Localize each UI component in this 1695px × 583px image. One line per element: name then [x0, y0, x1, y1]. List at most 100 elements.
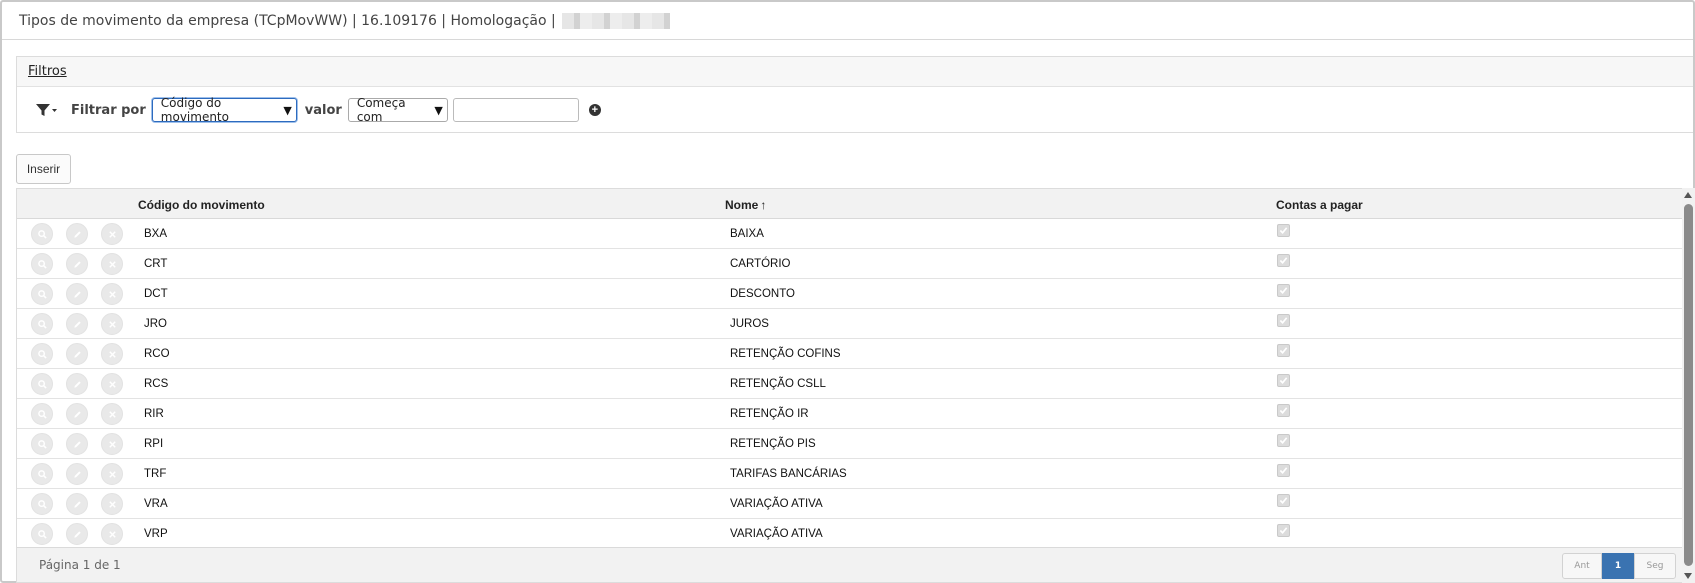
- table-row[interactable]: BXA BAIXA: [17, 219, 1684, 249]
- edit-icon[interactable]: [66, 223, 88, 245]
- filter-by-label: Filtrar por: [71, 102, 146, 118]
- filters-toggle-link[interactable]: Filtros: [28, 64, 67, 79]
- column-header-name-label: Nome: [725, 198, 759, 212]
- filter-operator-select-value: Começa com: [356, 96, 406, 124]
- movement-types-grid: Código do movimento Nome ↑ Contas a pagar…: [16, 188, 1684, 583]
- window-title: Tipos de movimento da empresa (TCpMovWW)…: [19, 12, 556, 29]
- search-icon[interactable]: [31, 253, 53, 275]
- accounts-payable-checkbox: [1277, 404, 1290, 417]
- filter-operator-select[interactable]: Começa com ▼: [347, 96, 448, 124]
- delete-icon[interactable]: [101, 373, 123, 395]
- search-icon[interactable]: [31, 283, 53, 305]
- delete-icon[interactable]: [101, 463, 123, 485]
- table-row[interactable]: DCT DESCONTO: [17, 279, 1684, 309]
- chevron-down-icon: ▼: [434, 103, 443, 117]
- table-row[interactable]: CRT CARTÓRIO: [17, 249, 1684, 279]
- search-icon[interactable]: [31, 313, 53, 335]
- cell-code: BXA: [144, 228, 168, 240]
- scroll-down-arrow-icon[interactable]: [1684, 573, 1692, 579]
- delete-icon[interactable]: [101, 283, 123, 305]
- edit-icon[interactable]: [66, 313, 88, 335]
- plus-circle-icon[interactable]: +: [588, 104, 601, 116]
- table-row[interactable]: TRF TARIFAS BANCÁRIAS: [17, 459, 1684, 489]
- search-icon[interactable]: [31, 523, 53, 545]
- table-row[interactable]: RPI RETENÇÃO PIS: [17, 429, 1684, 459]
- delete-icon[interactable]: [101, 313, 123, 335]
- column-header-code[interactable]: Código do movimento: [138, 198, 265, 212]
- accounts-payable-checkbox: [1277, 524, 1290, 537]
- grid-header: Código do movimento Nome ↑ Contas a pagar: [17, 189, 1684, 219]
- grid-footer: Página 1 de 1 Ant 1 Seg: [17, 547, 1684, 582]
- scroll-up-arrow-icon[interactable]: [1684, 192, 1692, 198]
- accounts-payable-checkbox: [1277, 434, 1290, 447]
- delete-icon[interactable]: [101, 403, 123, 425]
- cell-code: VRA: [144, 498, 168, 510]
- cell-code: RIR: [144, 408, 164, 420]
- cell-code: RCS: [144, 378, 169, 390]
- cell-name: RETENÇÃO CSLL: [730, 378, 826, 390]
- filters-panel: Filtros Filtrar por Código do movimento …: [16, 56, 1693, 133]
- edit-icon[interactable]: [66, 283, 88, 305]
- edit-icon[interactable]: [66, 343, 88, 365]
- scrollbar-thumb[interactable]: [1684, 204, 1693, 566]
- edit-icon[interactable]: [66, 403, 88, 425]
- delete-icon[interactable]: [101, 433, 123, 455]
- table-row[interactable]: VRA VARIAÇÃO ATIVA: [17, 489, 1684, 519]
- column-header-name[interactable]: Nome ↑: [725, 198, 766, 212]
- current-page-button[interactable]: 1: [1602, 553, 1634, 579]
- edit-icon[interactable]: [66, 523, 88, 545]
- accounts-payable-checkbox: [1277, 464, 1290, 477]
- cell-name: VARIAÇÃO ATIVA: [730, 528, 823, 540]
- delete-icon[interactable]: [101, 343, 123, 365]
- insert-button[interactable]: Inserir: [16, 154, 71, 184]
- delete-icon[interactable]: [101, 253, 123, 275]
- delete-icon[interactable]: [101, 493, 123, 515]
- cell-code: RPI: [144, 438, 164, 450]
- accounts-payable-checkbox: [1277, 224, 1290, 237]
- prev-page-button[interactable]: Ant: [1562, 553, 1602, 579]
- search-icon[interactable]: [31, 403, 53, 425]
- edit-icon[interactable]: [66, 463, 88, 485]
- edit-icon[interactable]: [66, 433, 88, 455]
- column-header-accounts-payable[interactable]: Contas a pagar: [1276, 198, 1363, 212]
- search-icon[interactable]: [31, 433, 53, 455]
- search-icon[interactable]: [31, 493, 53, 515]
- table-row[interactable]: RCO RETENÇÃO COFINS: [17, 339, 1684, 369]
- cell-name: JUROS: [730, 318, 769, 330]
- table-row[interactable]: VRP VARIAÇÃO ATIVA: [17, 519, 1684, 549]
- cell-name: BAIXA: [730, 228, 764, 240]
- delete-icon[interactable]: [101, 523, 123, 545]
- cell-code: TRF: [144, 468, 167, 480]
- search-icon[interactable]: [31, 373, 53, 395]
- table-row[interactable]: JRO JUROS: [17, 309, 1684, 339]
- search-icon[interactable]: [31, 223, 53, 245]
- accounts-payable-checkbox: [1277, 374, 1290, 387]
- next-page-button[interactable]: Seg: [1634, 553, 1676, 579]
- arrow-up-icon: ↑: [760, 198, 767, 212]
- window-title-bar: Tipos de movimento da empresa (TCpMovWW)…: [2, 2, 1693, 40]
- cell-name: CARTÓRIO: [730, 258, 791, 270]
- cell-code: JRO: [144, 318, 167, 330]
- cell-name: RETENÇÃO PIS: [730, 438, 816, 450]
- filter-field-select-value: Código do movimento: [160, 96, 229, 124]
- value-label: valor: [304, 102, 342, 118]
- funnel-dropdown-icon[interactable]: [35, 102, 71, 118]
- cell-name: DESCONTO: [730, 288, 795, 300]
- accounts-payable-checkbox: [1277, 314, 1290, 327]
- edit-icon[interactable]: [66, 373, 88, 395]
- filter-field-select[interactable]: Código do movimento ▼: [151, 96, 297, 124]
- search-icon[interactable]: [31, 343, 53, 365]
- cell-code: CRT: [144, 258, 168, 270]
- cell-code: DCT: [144, 288, 168, 300]
- filter-value-input[interactable]: [452, 98, 579, 122]
- table-row[interactable]: RIR RETENÇÃO IR: [17, 399, 1684, 429]
- edit-icon[interactable]: [66, 493, 88, 515]
- edit-icon[interactable]: [66, 253, 88, 275]
- delete-icon[interactable]: [101, 223, 123, 245]
- cell-name: RETENÇÃO IR: [730, 408, 809, 420]
- chevron-down-icon: ▼: [283, 103, 292, 117]
- vertical-scrollbar[interactable]: [1682, 188, 1695, 583]
- search-icon[interactable]: [31, 463, 53, 485]
- table-row[interactable]: RCS RETENÇÃO CSLL: [17, 369, 1684, 399]
- filters-header: Filtros: [17, 57, 1693, 87]
